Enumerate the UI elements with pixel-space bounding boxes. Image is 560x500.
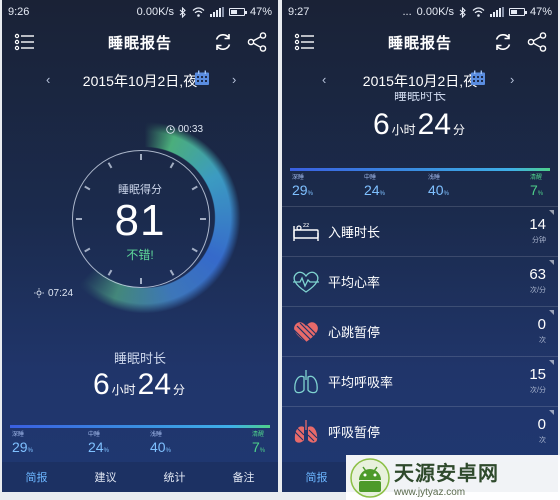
sleep-score: 81 (114, 196, 166, 245)
signal-icon (209, 7, 224, 17)
watermark-title: 天源安卓网 (394, 463, 499, 485)
tab-statistics[interactable]: 统计 (140, 469, 209, 485)
sun-icon (34, 288, 44, 298)
metric-heart-pause[interactable]: 心跳暂停 0次 (282, 306, 558, 356)
tab-summary[interactable]: 简报 (282, 469, 351, 485)
tab-notes[interactable]: 备注 (209, 469, 278, 485)
lungs-pause-icon (294, 419, 318, 443)
stage-medium: 中睡 24% (88, 432, 109, 455)
sleep-end-time: 00:33 (178, 124, 204, 135)
calendar-icon[interactable] (194, 70, 210, 86)
score-label: 睡眠得分 (118, 184, 162, 196)
corner-indicator (549, 310, 554, 315)
status-time: 9:26 (8, 6, 30, 18)
duration-hours: 6 (92, 368, 110, 401)
score-description: 不错! (126, 248, 154, 262)
date-selector: ‹ 2015年10月2日,夜 › (282, 64, 558, 94)
battery-icon (508, 8, 527, 16)
duration-label: 睡眠时长 (393, 92, 446, 102)
status-bar: 9:27 ... 0.00K/s 47% (282, 0, 558, 24)
calendar-icon[interactable] (470, 70, 486, 86)
report-date: 2015年10月2日,夜 (82, 73, 198, 89)
duration-label: 睡眠时长 (113, 351, 166, 366)
metric-avg-heart-rate[interactable]: 平均心率 63 次/分 (282, 256, 558, 306)
tab-advice[interactable]: 建议 (71, 469, 140, 485)
battery-percent: 47% (249, 6, 272, 18)
wifi-icon (192, 7, 205, 17)
metric-breathing-pause[interactable]: 呼吸暂停 0次 (282, 406, 558, 456)
dial-tick (140, 154, 142, 160)
bluetooth-icon (459, 7, 467, 18)
duration-minutes: 24 (137, 368, 172, 401)
android-logo-icon (350, 457, 390, 498)
date-selector: ‹ 2015年10月2日,夜 › (2, 64, 278, 94)
next-date-button[interactable]: › (510, 72, 514, 87)
stage-deep: 深睡 29% (12, 432, 33, 455)
metric-sleep-latency[interactable]: zz 入睡时长 14 分钟 (282, 206, 558, 256)
corner-indicator (549, 210, 554, 215)
stage-light: 浅睡 40% (428, 175, 449, 198)
stage-awake: 清醒 7% (530, 175, 544, 198)
network-speed: 0.00K/s (136, 6, 174, 18)
app-header: 睡眠报告 (2, 26, 278, 58)
status-time: 9:27 (288, 6, 310, 18)
duration-minutes: 24 (417, 108, 452, 141)
bed-icon: zz (293, 222, 319, 241)
sleep-start-time: 07:24 (48, 288, 74, 299)
right-screen: 9:27 ... 0.00K/s 47% 睡眠报告 ‹ 2015年10月2日,夜… (282, 0, 558, 492)
sleep-stages: 深睡 29% 中睡 24% 浅睡 40% 清醒 7% (290, 168, 550, 198)
left-screen: 9:26 0.00K/s 47% 睡眠报告 ‹ 2015年10月2日,夜 › 0… (2, 0, 278, 492)
watermark-url: www.jytyaz.com (394, 487, 466, 498)
stage-awake: 清醒 7% (252, 432, 266, 455)
bottom-tab-bar: 简报 建议 统计 备注 (2, 462, 278, 492)
page-title: 睡眠报告 (387, 34, 452, 52)
minutes-unit: 分 (173, 383, 186, 397)
corner-indicator (549, 260, 554, 265)
stage-medium: 中睡 24% (364, 175, 385, 198)
clock-icon (166, 125, 175, 134)
tab-summary[interactable]: 简报 (2, 469, 71, 485)
sleep-stages: 深睡 29% 中睡 24% 浅睡 40% 清醒 7% (10, 425, 270, 455)
stage-light: 浅睡 40% (150, 432, 171, 455)
minutes-unit: 分 (453, 123, 466, 137)
lungs-icon (294, 369, 318, 393)
hours-unit: 小时 (111, 383, 136, 397)
stage-line (10, 425, 270, 428)
heartbeat-icon (293, 271, 319, 293)
battery-percent: 47% (529, 6, 552, 18)
bluetooth-icon (179, 7, 187, 18)
app-header: 睡眠报告 (282, 26, 558, 58)
battery-icon (228, 8, 247, 16)
hours-unit: 小时 (391, 123, 416, 137)
metric-avg-breathing-rate[interactable]: 平均呼吸率 15 次/分 (282, 356, 558, 406)
site-watermark: 天源安卓网 www.jytyaz.com (346, 455, 560, 500)
sleep-duration: 6 小时24 分 (2, 368, 278, 402)
corner-indicator (549, 360, 554, 365)
metrics-list: zz 入睡时长 14 分钟 平均心率 63 次/分 心跳暂停 0次 平均呼吸率 … (282, 206, 558, 456)
stage-deep: 深睡 29% (292, 175, 313, 198)
stage-line (290, 168, 550, 171)
refresh-icon[interactable] (212, 31, 234, 53)
corner-indicator (549, 410, 554, 415)
share-icon[interactable] (246, 31, 268, 53)
refresh-icon[interactable] (492, 31, 514, 53)
next-date-button[interactable]: › (232, 72, 236, 87)
page-title: 睡眠报告 (107, 34, 172, 52)
status-bar: 9:26 0.00K/s 47% (2, 0, 278, 24)
signal-icon (489, 7, 504, 17)
share-icon[interactable] (526, 31, 548, 53)
duration-hours: 6 (372, 108, 390, 141)
heart-pause-icon (293, 321, 319, 342)
wifi-icon (472, 7, 485, 17)
svg-text:zz: zz (303, 222, 309, 229)
sleep-duration: 6 小时24 分 (282, 108, 558, 142)
notification-dots: ... (402, 6, 412, 18)
dial-tick (140, 278, 142, 284)
network-speed: 0.00K/s (416, 6, 454, 18)
report-date: 2015年10月2日,夜 (362, 73, 478, 89)
